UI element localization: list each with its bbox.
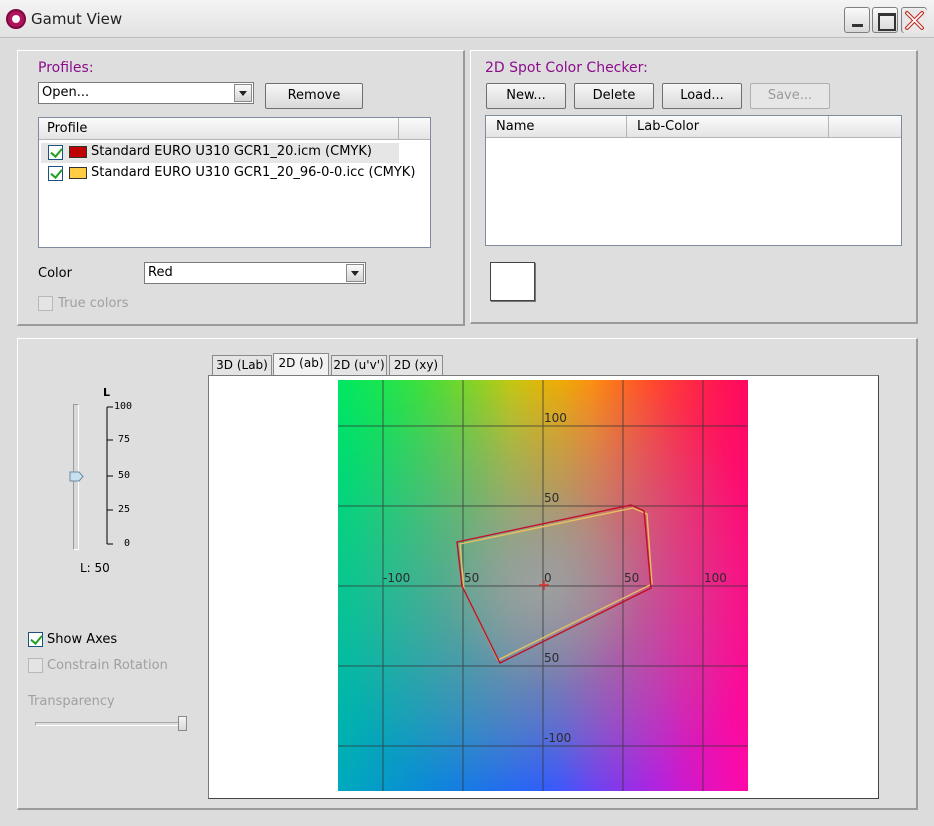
window-title: Gamut View <box>31 10 123 28</box>
profile-1-checkbox[interactable] <box>48 145 63 160</box>
close-button[interactable] <box>901 7 927 33</box>
true-colors-checkbox[interactable] <box>38 296 53 311</box>
app-icon <box>6 9 26 29</box>
spot-color-preview <box>490 262 535 301</box>
tab-2d-uv[interactable]: 2D (u'v') <box>331 355 387 375</box>
lightness-value: L: 50 <box>80 561 110 575</box>
b-axis-100: 100 <box>544 411 567 425</box>
profile-open-combo-value: Open... <box>42 85 90 100</box>
color-label: Color <box>38 266 72 281</box>
profile-1-label: Standard EURO U310 GCR1_20.icm (CMYK) <box>91 144 372 159</box>
profile-open-combo[interactable]: Open... <box>38 82 254 104</box>
transparency-slider-track[interactable] <box>35 722 185 726</box>
tab-2d-ab[interactable]: 2D (ab) <box>273 353 329 376</box>
a-axis-zero: 0 <box>544 571 552 585</box>
transparency-label: Transparency <box>28 694 115 709</box>
new-button[interactable]: New... <box>486 83 566 109</box>
maximize-button[interactable] <box>872 7 898 33</box>
lightness-slider-thumb[interactable] <box>69 471 84 482</box>
profile-2-color-swatch <box>69 167 87 179</box>
l-tick-25: 25 <box>118 504 131 515</box>
close-icon <box>903 9 927 33</box>
minimize-button[interactable] <box>844 7 870 33</box>
profile-2-checkbox[interactable] <box>48 166 63 181</box>
true-colors-label: True colors <box>58 296 129 311</box>
a-axis-50: 50 <box>624 571 640 585</box>
show-axes-label: Show Axes <box>47 632 118 647</box>
profile-row-1[interactable]: Standard EURO U310 GCR1_20.icm (CMYK) <box>41 143 399 163</box>
a-axis-neg50: 50 <box>464 571 480 585</box>
b-axis-50: 50 <box>544 491 560 505</box>
show-axes-checkbox[interactable] <box>28 632 43 647</box>
load-button[interactable]: Load... <box>662 83 742 109</box>
constrain-rotation-checkbox[interactable] <box>28 658 43 673</box>
l-tick-0: 0 <box>124 538 131 549</box>
save-button[interactable]: Save... <box>750 83 830 109</box>
profile-list[interactable]: Profile Standard EURO U310 GCR1_20.icm (… <box>38 117 431 248</box>
constrain-rotation-label: Constrain Rotation <box>47 658 168 673</box>
profiles-heading: Profiles: <box>38 60 94 76</box>
b-axis-neg100: -100 <box>544 731 572 745</box>
chevron-down-icon[interactable] <box>234 84 252 102</box>
a-axis-neg100: -100 <box>383 571 411 585</box>
delete-button[interactable]: Delete <box>574 83 654 109</box>
slider-thumb-icon <box>69 471 84 482</box>
b-axis-neg50: 50 <box>544 651 560 665</box>
a-axis-100: 100 <box>704 571 727 585</box>
profile-column-header[interactable]: Profile <box>39 118 399 140</box>
lab-color-column-header[interactable]: Lab-Color <box>627 116 829 138</box>
remove-button[interactable]: Remove <box>265 83 363 109</box>
color-combo-value: Red <box>148 265 173 280</box>
chevron-down-icon[interactable] <box>346 264 364 282</box>
ab-plane-chart[interactable] <box>338 380 748 791</box>
tab-2d-xy[interactable]: 2D (xy) <box>389 355 443 375</box>
profile-list-header: Profile <box>39 118 430 140</box>
tab-3d-lab[interactable]: 3D (Lab) <box>212 355 272 375</box>
profile-row-2[interactable]: Standard EURO U310 GCR1_20_96-0-0.icc (C… <box>41 164 415 184</box>
spot-checker-heading: 2D Spot Color Checker: <box>485 60 648 76</box>
profile-2-label: Standard EURO U310 GCR1_20_96-0-0.icc (C… <box>91 165 416 180</box>
transparency-slider-thumb[interactable] <box>178 716 187 731</box>
spot-list-header: Name Lab-Color <box>486 116 901 138</box>
profile-1-color-swatch <box>69 146 87 158</box>
lightness-scale <box>106 406 113 545</box>
color-combo[interactable]: Red <box>144 262 366 284</box>
l-tick-75: 75 <box>118 434 131 445</box>
name-column-header[interactable]: Name <box>486 116 627 138</box>
title-bar: Gamut View <box>0 0 934 38</box>
l-tick-50: 50 <box>118 470 131 481</box>
l-tick-100: 100 <box>114 401 133 412</box>
spot-color-list[interactable]: Name Lab-Color <box>485 115 902 246</box>
